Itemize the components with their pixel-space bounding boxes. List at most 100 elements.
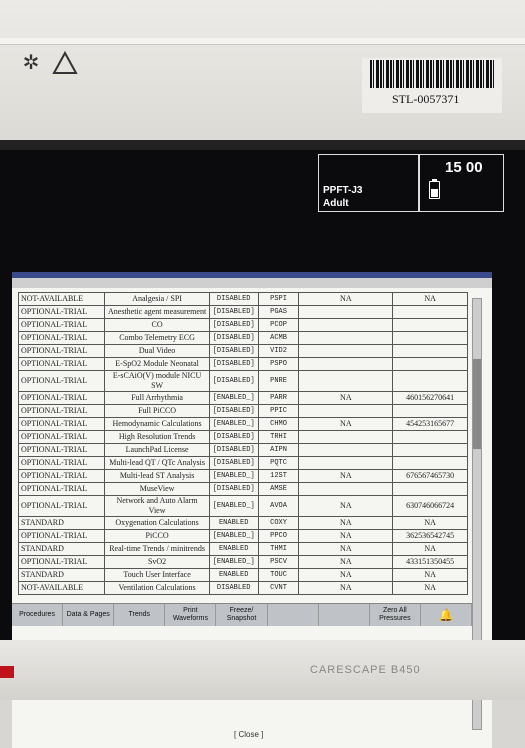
patient-category: Adult: [323, 198, 349, 209]
table-cell-col6: 460156270641: [392, 391, 468, 405]
table-cell-enabled: [DISABLED]: [208, 357, 259, 371]
table-row: OPTIONAL-TRIAL High Resolution Trends [DIS…: [17, 430, 468, 444]
table-cell-col6: NA: [392, 542, 468, 556]
table-cell-col6: [392, 318, 468, 332]
freeze-snapshot-button[interactable]: Freeze/ Snapshot: [216, 604, 268, 626]
table-cell-code: TOUC: [257, 568, 300, 582]
table-cell-col6: [392, 404, 468, 418]
table-row: OPTIONAL-TRIAL CO [DISABLED] PCOP: [17, 318, 468, 332]
table-cell-code: PNRE: [257, 370, 300, 392]
table-cell-status: OPTIONAL-TRIAL: [17, 370, 106, 392]
table-cell-col6: 676567465730: [392, 469, 468, 483]
table-cell-name: Multi-lead QT / QTc Analysis: [104, 456, 210, 470]
table-cell-col5: [298, 404, 394, 418]
table-cell-col5: NA: [298, 495, 394, 517]
table-cell-col5: [298, 430, 394, 444]
table-cell-name: Dual Video: [104, 344, 210, 358]
table-cell-status: NOT-AVAILABLE: [17, 292, 106, 306]
table-cell-code: PQTC: [257, 456, 300, 470]
table-cell-name: SvO2: [104, 555, 210, 569]
blank-button-2[interactable]: [319, 604, 370, 626]
table-cell-status: OPTIONAL-TRIAL: [17, 443, 106, 457]
table-cell-code: ACMB: [257, 331, 300, 345]
alarm-silence-icon[interactable]: ✲: [18, 50, 44, 76]
table-cell-code: AMSE: [257, 482, 300, 496]
battery-icon: [429, 179, 440, 199]
table-cell-name: Touch User Interface: [104, 568, 210, 582]
table-cell-name: Ventilation Calculations: [104, 581, 210, 595]
table-cell-status: OPTIONAL-TRIAL: [17, 404, 106, 418]
table-cell-col5: NA: [298, 516, 394, 530]
table-cell-name: MuseView: [104, 482, 210, 496]
patient-info-box[interactable]: PPFT-J3 Adult: [318, 154, 420, 212]
table-cell-status: OPTIONAL-TRIAL: [17, 391, 106, 405]
table-cell-status: OPTIONAL-TRIAL: [17, 430, 106, 444]
table-cell-enabled: [ENABLED_]: [208, 529, 259, 543]
bezel-ridge: [0, 38, 525, 45]
table-cell-enabled: DISABLED: [208, 581, 259, 595]
table-cell-col5: [298, 357, 394, 371]
table-cell-name: Full Arrhythmia: [104, 391, 210, 405]
table-cell-status: OPTIONAL-TRIAL: [17, 331, 106, 345]
table-cell-col6: 433151350455: [392, 555, 468, 569]
table-row: OPTIONAL-TRIAL LaunchPad License [DISABLED…: [17, 443, 468, 457]
table-cell-code: PSPO: [257, 357, 300, 371]
table-cell-enabled: [ENABLED_]: [208, 495, 259, 517]
scrollbar-thumb[interactable]: [473, 359, 481, 449]
table-cell-col5: NA: [298, 529, 394, 543]
table-cell-status: OPTIONAL-TRIAL: [17, 482, 106, 496]
monitor-screen: PPFT-J3 Adult 15 00 NOT-AVAILABLE Analges…: [0, 140, 525, 748]
table-cell-code: PCOP: [257, 318, 300, 332]
table-cell-col5: [298, 456, 394, 470]
blank-button-1[interactable]: [268, 604, 319, 626]
alarm-warning-icon[interactable]: [52, 50, 78, 76]
table-cell-status: OPTIONAL-TRIAL: [17, 417, 106, 431]
table-cell-code: PSPI: [257, 292, 300, 306]
table-row: OPTIONAL-TRIAL Full PiCCO [DISABLED] PPIC: [17, 404, 468, 418]
zero-all-pressures-button[interactable]: Zero All Pressures: [370, 604, 421, 626]
table-cell-col6: NA: [392, 292, 468, 306]
table-cell-name: E-SpO2 Module Neonatal: [104, 357, 210, 371]
table-cell-enabled: [DISABLED]: [208, 482, 259, 496]
table-row: OPTIONAL-TRIAL Combo Telemetry ECG [DISABL…: [17, 331, 468, 345]
table-cell-status: OPTIONAL-TRIAL: [17, 529, 106, 543]
table-cell-name: Full PiCCO: [104, 404, 210, 418]
table-cell-status: OPTIONAL-TRIAL: [17, 555, 106, 569]
table-cell-status: OPTIONAL-TRIAL: [17, 305, 106, 319]
table-cell-code: VID2: [257, 344, 300, 358]
table-cell-col6: NA: [392, 516, 468, 530]
table-cell-col6: [392, 370, 468, 392]
alarm-bell-icon[interactable]: 🔔: [421, 604, 472, 626]
table-cell-enabled: [ENABLED_]: [208, 555, 259, 569]
table-cell-col5: NA: [298, 542, 394, 556]
table-cell-col5: [298, 331, 394, 345]
table-cell-status: OPTIONAL-TRIAL: [17, 456, 106, 470]
table-cell-col5: [298, 482, 394, 496]
close-button[interactable]: [ Close ]: [234, 730, 263, 739]
table-cell-code: COXY: [257, 516, 300, 530]
table-cell-enabled: [DISABLED]: [208, 430, 259, 444]
table-cell-col6: [392, 456, 468, 470]
procedures-button[interactable]: Procedures: [12, 604, 64, 626]
table-cell-col5: NA: [298, 469, 394, 483]
table-cell-enabled: [DISABLED]: [208, 370, 259, 392]
table-cell-status: OPTIONAL-TRIAL: [17, 344, 106, 358]
table-cell-code: AIPN: [257, 443, 300, 457]
table-cell-name: Combo Telemetry ECG: [104, 331, 210, 345]
table-row: NOT-AVAILABLE Analgesia / SPI DISABLED PSPI…: [17, 292, 468, 306]
table-cell-col5: NA: [298, 581, 394, 595]
trends-button[interactable]: Trends: [114, 604, 166, 626]
table-cell-status: NOT-AVAILABLE: [17, 581, 106, 595]
table-cell-enabled: [DISABLED]: [208, 344, 259, 358]
asset-sticker: STL-0057371: [362, 58, 502, 113]
table-row: OPTIONAL-TRIAL PiCCO [ENABLED_] PPCO NA 36253…: [17, 529, 468, 543]
table-cell-enabled: [ENABLED_]: [208, 417, 259, 431]
data-pages-button[interactable]: Data & Pages: [63, 604, 115, 626]
table-cell-code: PPCO: [257, 529, 300, 543]
table-cell-col5: NA: [298, 555, 394, 569]
table-cell-col5: [298, 370, 394, 392]
print-waveforms-button[interactable]: Print Waveforms: [165, 604, 217, 626]
table-row: OPTIONAL-TRIAL SvO2 [ENABLED_] PSCV NA 433151…: [17, 555, 468, 569]
table-row: OPTIONAL-TRIAL Multi-lead ST Analysis [ENA…: [17, 469, 468, 483]
monitor-bezel-top: ✲ STL-0057371: [0, 0, 525, 140]
